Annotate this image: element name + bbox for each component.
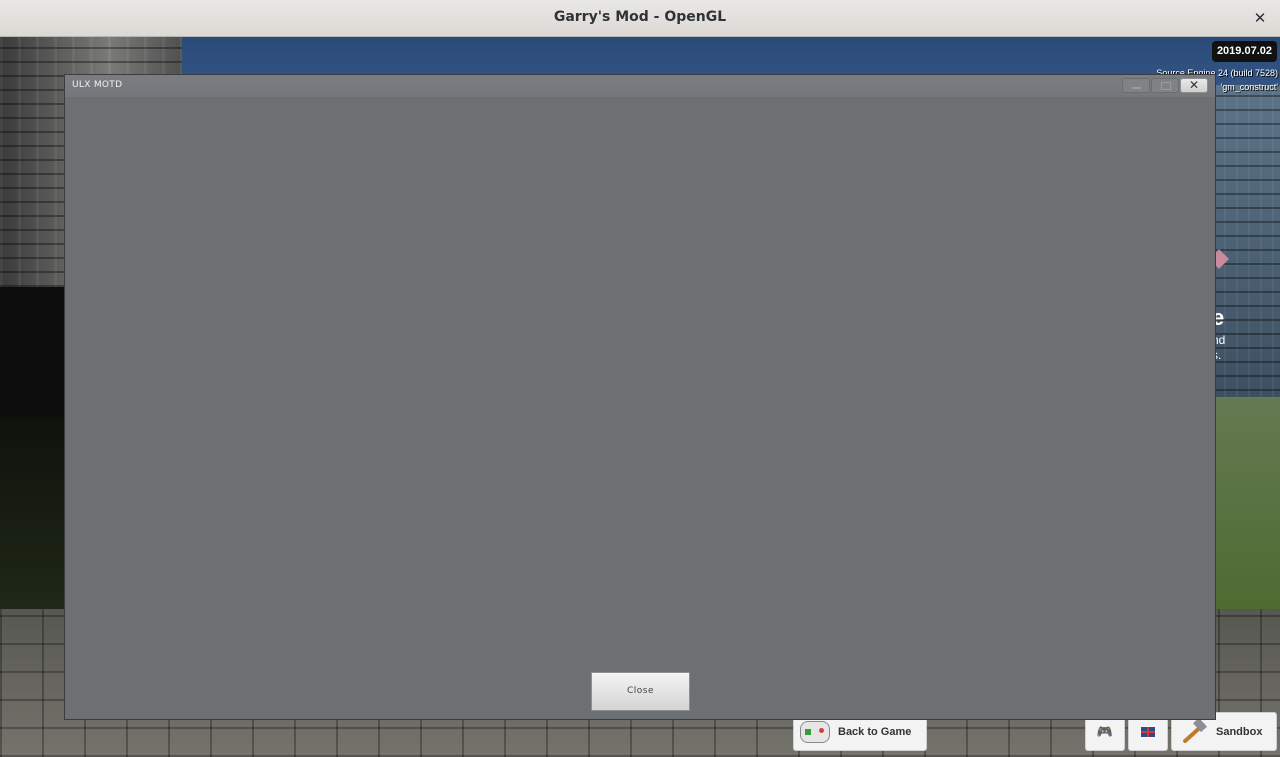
- back-to-game-label: Back to Game: [838, 725, 912, 738]
- gamepad-icon: 🎮: [1096, 723, 1114, 739]
- grass-patch: [1215, 397, 1280, 609]
- maximize-icon: [1161, 82, 1171, 90]
- maximize-button[interactable]: [1151, 78, 1179, 93]
- uk-flag-icon: [1141, 726, 1155, 737]
- os-titlebar: Garry's Mod - OpenGL ✕: [0, 0, 1280, 37]
- motd-header[interactable]: ULX MOTD ✕: [65, 75, 1215, 97]
- window-close-icon[interactable]: ✕: [1250, 8, 1270, 28]
- motd-title: ULX MOTD: [72, 80, 123, 90]
- version-date-badge: 2019.07.02: [1211, 41, 1277, 62]
- close-button[interactable]: Close: [591, 672, 690, 711]
- minimize-button[interactable]: [1122, 78, 1150, 93]
- hammer-icon: [1178, 719, 1208, 745]
- gamemode-label: Sandbox: [1216, 725, 1263, 738]
- motd-window: ULX MOTD ✕ Close: [64, 74, 1216, 720]
- motd-close-icon[interactable]: ✕: [1180, 78, 1208, 93]
- window-title: Garry's Mod - OpenGL: [553, 9, 727, 25]
- minimize-icon: [1132, 87, 1141, 89]
- controller-icon: [800, 720, 830, 743]
